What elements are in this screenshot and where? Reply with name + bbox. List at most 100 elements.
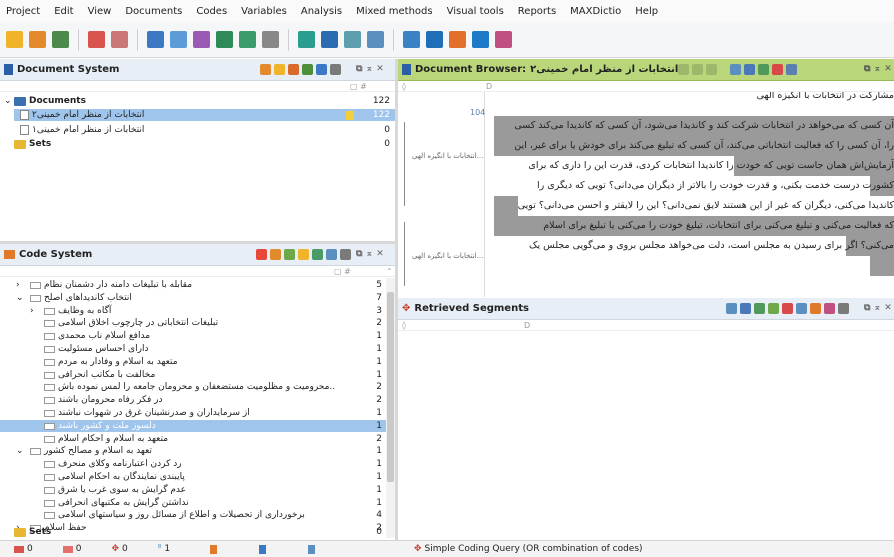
print-icon[interactable] <box>706 64 717 75</box>
chevron-down-icon[interactable]: ⌄ <box>4 96 14 106</box>
code-row[interactable]: تبلیغات انتخاباتی در چارچوب اخلاق اسلامی… <box>0 317 386 329</box>
code-row[interactable]: عدم گرایش به سوی غرب یا شرق 1 <box>0 484 386 496</box>
search-icon[interactable] <box>330 64 341 75</box>
import-icon[interactable] <box>88 31 105 48</box>
code-row[interactable]: ⌄ تعهد به اسلام و مصالح کشور 1 <box>0 445 386 457</box>
coding-stripe-label[interactable]: انتخابات با انگیزه الهی... <box>412 252 483 260</box>
menu-help[interactable]: Help <box>635 6 658 17</box>
document-row-2[interactable]: انتخابات از منظر امام خمینی۱ 0 <box>14 124 395 136</box>
excel-icon[interactable] <box>768 303 779 314</box>
overview-icon[interactable] <box>262 31 279 48</box>
search-icon[interactable] <box>678 64 689 75</box>
code-row[interactable]: ..محرومیت و مظلومیت مستضعفان و محرومان ج… <box>0 381 386 393</box>
documents-root-row[interactable]: ⌄ Documents 122 <box>4 95 394 107</box>
scroll-up-icon[interactable]: ⌃ <box>386 267 393 276</box>
smiley-icon[interactable] <box>298 249 309 260</box>
splitter[interactable] <box>0 241 395 244</box>
document-portrait-icon[interactable] <box>367 31 384 48</box>
menu-reports[interactable]: Reports <box>518 6 556 17</box>
pdf-icon[interactable] <box>782 303 793 314</box>
new-code-icon[interactable] <box>256 249 267 260</box>
new-project-icon[interactable] <box>29 31 46 48</box>
window-controls-icon[interactable]: ⧉ ⌅ ✕ <box>864 303 892 313</box>
zoom-icon[interactable] <box>692 64 703 75</box>
chevron-down-icon[interactable]: ⌄ <box>16 446 24 456</box>
menu-mixed-methods[interactable]: Mixed methods <box>356 6 433 17</box>
retrieved-segments-area[interactable] <box>398 331 894 540</box>
overview-icon[interactable] <box>726 303 737 314</box>
open-document-icon[interactable] <box>288 64 299 75</box>
new-document-icon[interactable] <box>260 64 271 75</box>
activate-icon[interactable] <box>302 64 313 75</box>
status-query[interactable]: ✥ Simple Coding Query (OR combination of … <box>414 544 643 554</box>
memo-icon[interactable] <box>111 31 128 48</box>
window-controls-icon[interactable]: ⧉ ⌅ ✕ <box>356 64 384 74</box>
coding-stripe[interactable] <box>404 122 405 206</box>
document-browser-toggle-icon[interactable] <box>449 31 466 48</box>
code-row[interactable]: از سرمایداران و صدرنشینان غرق در شهوات ن… <box>0 407 386 419</box>
splitter[interactable] <box>395 59 398 540</box>
import-document-icon[interactable] <box>274 64 285 75</box>
sets-row[interactable]: Sets 0 <box>14 138 395 150</box>
coding-stripe[interactable] <box>404 222 405 286</box>
menu-edit[interactable]: Edit <box>54 6 73 17</box>
code-row[interactable]: پایبندی نمایندگان به احکام اسلامی 1 <box>0 471 386 483</box>
code-sets-row[interactable]: Sets 0 <box>14 526 386 538</box>
menu-maxdictio[interactable]: MAXDictio <box>570 6 621 17</box>
document-system-toggle-icon[interactable] <box>403 31 420 48</box>
menu-view[interactable]: View <box>88 6 112 17</box>
search-document-icon[interactable] <box>786 64 797 75</box>
lexical-search-icon[interactable] <box>170 31 187 48</box>
code-row[interactable]: دارای احساس مسئولیت 1 <box>0 343 386 355</box>
menu-codes[interactable]: Codes <box>196 6 227 17</box>
code-row[interactable]: › آگاه به وظایف 3 <box>0 305 386 317</box>
code-table-icon[interactable] <box>312 249 323 260</box>
filter-icon[interactable] <box>316 64 327 75</box>
code-sets-icon[interactable] <box>284 249 295 260</box>
chevron-down-icon[interactable]: ⌄ <box>16 293 24 303</box>
menu-analysis[interactable]: Analysis <box>301 6 342 17</box>
doc-icon[interactable] <box>796 303 807 314</box>
logbook-icon[interactable] <box>495 31 512 48</box>
emoticode-icon[interactable] <box>772 64 783 75</box>
window-controls-icon[interactable]: ⧉ ⌅ ✕ <box>864 64 892 74</box>
code-matrix-icon[interactable] <box>298 31 315 48</box>
activation-icon[interactable] <box>824 303 835 314</box>
coding-stripe-label[interactable]: انتخابات با انگیزه الهی... <box>412 152 483 160</box>
document-text-area[interactable]: مشارکت در انتخابات با انگیزه الهی 104 آن… <box>398 92 894 297</box>
code-color-icon[interactable] <box>270 249 281 260</box>
search-icon[interactable] <box>147 31 164 48</box>
document-row-1[interactable]: انتخابات از منظر امام خمینی۲ 122 <box>14 109 395 121</box>
code-row[interactable]: مدافع اسلام ناب محمدی 1 <box>0 330 386 342</box>
retrieved-segments-toggle-icon[interactable] <box>472 31 489 48</box>
window-controls-icon[interactable]: ⧉ ⌅ ✕ <box>356 249 384 259</box>
code-system-toggle-icon[interactable] <box>426 31 443 48</box>
menu-variables[interactable]: Variables <box>241 6 287 17</box>
code-with-color-icon[interactable] <box>758 64 769 75</box>
code-row[interactable]: متعهد به اسلام و احکام اسلام 2 <box>0 433 386 445</box>
memo-icon[interactable] <box>346 110 354 120</box>
menu-visual-tools[interactable]: Visual tools <box>447 6 504 17</box>
menu-documents[interactable]: Documents <box>125 6 182 17</box>
weight-icon[interactable] <box>810 303 821 314</box>
chevron-right-icon[interactable]: › <box>30 306 34 316</box>
matrix-icon[interactable] <box>239 31 256 48</box>
chevron-right-icon[interactable]: › <box>16 280 20 290</box>
code-stats-icon[interactable] <box>326 249 337 260</box>
code-row[interactable]: نداشتن گرایش به مکتبهای انحرافی 1 <box>0 497 386 509</box>
code-search-icon[interactable] <box>193 31 210 48</box>
code-row[interactable]: ⌄ انتخاب کاندیداهای اصلح 7 <box>0 292 386 304</box>
menu-project[interactable]: Project <box>6 6 40 17</box>
open-project-icon[interactable] <box>6 31 23 48</box>
code-row[interactable]: رد کردن اعتبارنامه وکلای منحرف 1 <box>0 458 386 470</box>
highlight-icon[interactable] <box>744 64 755 75</box>
search-icon[interactable] <box>340 249 351 260</box>
code-row[interactable]: مخالفت با مکاتب انحرافی 1 <box>0 369 386 381</box>
code-row[interactable]: › مقابله با تبلیغات دامنه دار دشمنان نظام… <box>0 279 386 291</box>
code-row[interactable]: دلسوز ملت و کشور باشند 1 <box>0 420 386 432</box>
export-icon[interactable] <box>754 303 765 314</box>
save-icon[interactable] <box>52 31 69 48</box>
code-row[interactable]: در فکر رفاه محرومان باشند 2 <box>0 394 386 406</box>
document-comparison-icon[interactable] <box>344 31 361 48</box>
edit-icon[interactable] <box>730 64 741 75</box>
